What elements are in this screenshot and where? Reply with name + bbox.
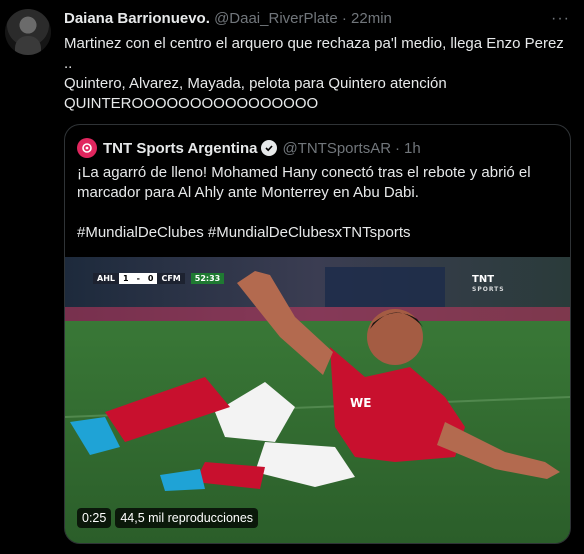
- broadcaster-name: TNT: [472, 274, 495, 285]
- tnt-logo-icon[interactable]: [77, 138, 97, 158]
- author-handle[interactable]: @Daai_RiverPlate: [214, 10, 338, 27]
- author-avatar[interactable]: [5, 9, 51, 55]
- quoted-hashtags[interactable]: #MundialDeClubes #MundialDeClubesxTNTspo…: [77, 223, 557, 243]
- quoted-header: TNT Sports Argentina @TNTSportsAR · 1h: [77, 138, 421, 158]
- quoted-text: ¡La agarró de lleno! Mohamed Hany conect…: [77, 163, 557, 243]
- broadcaster-logo: TNT SPORTS: [472, 275, 505, 295]
- score-separator: -: [132, 272, 144, 284]
- team-away: CFM: [157, 272, 185, 284]
- quoted-tweet[interactable]: TNT Sports Argentina @TNTSportsAR · 1h ¡…: [64, 124, 571, 544]
- scorebug: AHL 1 - 0 CFM 52:33: [93, 272, 225, 284]
- verified-badge-icon: [261, 140, 278, 156]
- video-views: 44,5 mil reproducciones: [115, 508, 259, 528]
- tweet-time[interactable]: 22min: [351, 10, 392, 27]
- team-home: AHL: [93, 272, 119, 284]
- quoted-time[interactable]: 1h: [404, 140, 421, 157]
- quoted-author-handle[interactable]: @TNTSportsAR: [282, 140, 391, 157]
- video-frame: WE: [65, 257, 570, 543]
- tweet-text: Martinez con el centro el arquero que re…: [64, 34, 574, 114]
- score-away: 0: [143, 272, 158, 284]
- more-icon[interactable]: ···: [551, 10, 570, 28]
- video-duration: 0:25: [77, 508, 112, 528]
- separator-dot: ·: [341, 10, 347, 27]
- author-name[interactable]: Daiana Barrionuevo.: [64, 10, 210, 27]
- tweet-line: Quintero, Alvarez, Mayada, pelota para Q…: [64, 75, 447, 92]
- tweet-line: QUINTEROOOOOOOOOOOOOOOO: [64, 95, 319, 112]
- tweet-line: ..: [64, 55, 73, 72]
- broadcaster-sub: SPORTS: [472, 286, 505, 293]
- video-meta: 0:25 44,5 mil reproducciones: [77, 508, 259, 528]
- svg-text:WE: WE: [350, 396, 371, 410]
- tweet-header: Daiana Barrionuevo. @Daai_RiverPlate · 2…: [64, 10, 392, 30]
- quoted-author-name[interactable]: TNT Sports Argentina: [103, 140, 257, 157]
- tweet-line: Martinez con el centro el arquero que re…: [64, 35, 564, 52]
- quoted-paragraph: ¡La agarró de lleno! Mohamed Hany conect…: [77, 164, 531, 201]
- score-home: 1: [118, 272, 133, 284]
- match-clock: 52:33: [190, 272, 225, 284]
- video-player[interactable]: WE AHL 1 - 0 CFM 52:33 TNT SPORTS 0:25 4…: [65, 257, 570, 543]
- separator-dot: ·: [395, 139, 401, 157]
